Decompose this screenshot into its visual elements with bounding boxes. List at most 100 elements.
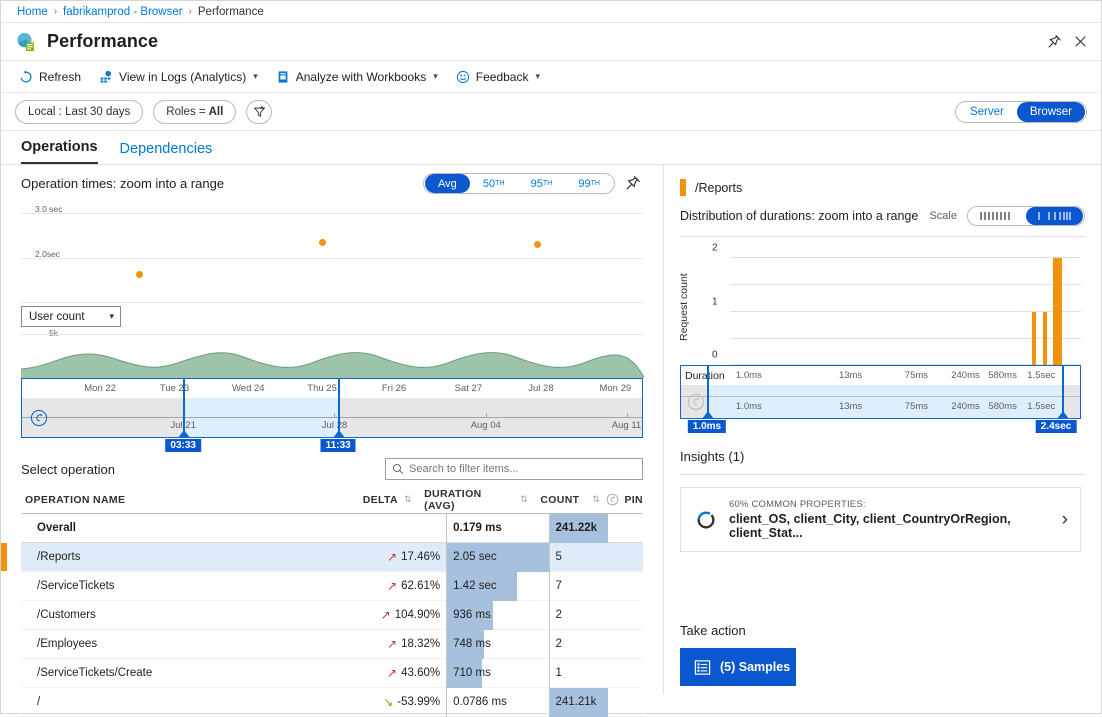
duration-handle-left-grip[interactable] <box>702 411 714 419</box>
app-insights-icon <box>15 31 37 53</box>
scale-option-log[interactable] <box>1026 207 1083 225</box>
samples-button[interactable]: (5) Samples <box>680 648 796 686</box>
duration-distribution-chart[interactable]: Request count 2 1 0 <box>680 245 1081 365</box>
distribution-header: Distribution of durations: zoom into a r… <box>664 196 1101 226</box>
duration-slider-tick: 580ms <box>988 401 1017 412</box>
insight-text: 60% COMMON PROPERTIES: client_OS, client… <box>729 499 1050 540</box>
xtick: Mon 29 <box>599 383 631 394</box>
sort-icon[interactable]: ⇅ <box>398 494 418 505</box>
delta-down-icon: ↘ <box>383 696 393 708</box>
column-header-operation-name[interactable]: OPERATION NAME <box>21 494 302 506</box>
search-input[interactable]: Search to filter items... <box>385 458 643 480</box>
xtick: Wed 24 <box>232 383 265 394</box>
table-header: OPERATION NAME DELTA ⇅ DURATION (AVG) ⇅ … <box>21 486 643 514</box>
rewind-icon[interactable] <box>687 393 705 411</box>
breadcrumb-item-home[interactable]: Home <box>17 6 48 18</box>
scope-option-browser[interactable]: Browser <box>1017 102 1085 122</box>
table-row[interactable]: /Employees ↗ 18.32% 748 ms 2 <box>21 630 643 659</box>
operation-times-scatter-chart[interactable]: 3.0 sec 2.0sec <box>21 201 643 306</box>
distribution-bar[interactable] <box>1043 312 1047 366</box>
cell-delta: ↗ 43.60% <box>322 667 446 679</box>
breadcrumb-separator-icon: › <box>189 6 192 17</box>
search-icon <box>392 463 404 475</box>
percentile-95-label: 95 <box>531 178 543 190</box>
insight-card[interactable]: 60% COMMON PROPERTIES: client_OS, client… <box>680 487 1081 552</box>
rewind-icon[interactable] <box>30 409 48 427</box>
scatter-point[interactable] <box>534 241 541 248</box>
scatter-ytick-3sec: 3.0 sec <box>35 204 62 214</box>
chevron-right-icon[interactable]: › <box>1062 510 1068 529</box>
breadcrumb-item-resource[interactable]: fabrikamprod - Browser <box>63 6 183 18</box>
duration-slider-axis <box>681 396 1080 397</box>
percentile-toggle[interactable]: Avg 50TH 95TH 99TH <box>423 173 615 194</box>
percentile-option-95th[interactable]: 95TH <box>518 174 566 193</box>
tab-dependencies[interactable]: Dependencies <box>120 141 213 164</box>
scatter-point[interactable] <box>319 239 326 246</box>
pin-icon[interactable] <box>1041 29 1067 55</box>
selected-operation-name: /Reports <box>695 181 742 195</box>
percentile-option-50th[interactable]: 50TH <box>470 174 518 193</box>
close-icon[interactable] <box>1067 29 1093 55</box>
percentile-option-avg[interactable]: Avg <box>425 174 470 193</box>
operations-table: OPERATION NAME DELTA ⇅ DURATION (AVG) ⇅ … <box>21 486 643 717</box>
range-handle-right-grip[interactable] <box>333 430 345 438</box>
duration-tick: 1.0ms <box>736 370 762 381</box>
table-row[interactable]: /ServiceTickets/Create ↗ 43.60% 710 ms 1 <box>21 659 643 688</box>
duration-range-slider[interactable]: 1.0ms 13ms 75ms 240ms 580ms 1.5sec 1.0ms… <box>680 385 1081 419</box>
add-filter-icon[interactable] <box>246 100 272 124</box>
tab-operations[interactable]: Operations <box>21 139 98 164</box>
donut-chart-icon <box>695 509 717 531</box>
refresh-button[interactable]: Refresh <box>11 64 89 90</box>
command-bar: Refresh View in Logs (Analytics) ▾ <box>1 61 1101 93</box>
roles-filter[interactable]: Roles = All <box>153 100 236 124</box>
table-row[interactable]: Overall 0.179 ms 241.22k <box>21 514 643 543</box>
view-in-logs-label: View in Logs (Analytics) <box>119 70 246 84</box>
percentile-95-sup: TH <box>543 180 552 187</box>
analyze-workbooks-button[interactable]: Analyze with Workbooks ▾ <box>268 64 446 90</box>
scope-toggle[interactable]: Server Browser <box>955 101 1087 123</box>
samples-button-label: (5) Samples <box>720 660 790 674</box>
cell-duration-value: 1.42 sec <box>453 580 496 592</box>
table-row[interactable]: /Reports ↗ 17.46% 2.05 sec 5 <box>21 543 643 572</box>
table-row[interactable]: / ↘ -53.99% 0.0786 ms 241.21k <box>21 688 643 717</box>
range-handle-left-grip[interactable] <box>178 430 190 438</box>
sort-icon[interactable]: ⇅ <box>514 494 534 505</box>
feedback-button[interactable]: Feedback ▾ <box>448 64 548 90</box>
main-content: Operation times: zoom into a range Avg 5… <box>1 165 1101 694</box>
pin-chart-icon[interactable] <box>623 173 643 193</box>
scatter-point[interactable] <box>136 271 143 278</box>
time-range-slider[interactable]: Jul 21 Jul 28 Aug 04 Aug 11 03:33 <box>21 398 643 438</box>
distribution-bar[interactable] <box>1032 312 1036 366</box>
scope-option-server[interactable]: Server <box>957 102 1017 122</box>
distribution-bar-tall[interactable] <box>1053 258 1062 365</box>
filter-bar: Local : Last 30 days Roles = All Server … <box>1 93 1101 131</box>
range-handle-right[interactable] <box>338 378 340 438</box>
table-row[interactable]: /Customers ↗ 104.90% 936 ms 2 <box>21 601 643 630</box>
scale-option-linear[interactable] <box>969 207 1026 225</box>
duration-handle-right-grip[interactable] <box>1057 411 1069 419</box>
range-tick-mark <box>334 413 335 418</box>
table-row[interactable]: /ServiceTickets ↗ 62.61% 1.42 sec 7 <box>21 572 643 601</box>
distribution-ytick: 0 <box>712 350 718 361</box>
view-in-logs-button[interactable]: View in Logs (Analytics) ▾ <box>91 64 266 90</box>
column-header-duration[interactable]: DURATION (AVG) <box>418 488 514 512</box>
column-header-pin[interactable]: PIN <box>606 493 643 506</box>
scale-toggle[interactable] <box>967 206 1085 226</box>
range-tick: Aug 11 <box>612 420 641 431</box>
column-header-delta[interactable]: DELTA <box>302 494 398 506</box>
delta-up-icon: ↗ <box>387 667 397 679</box>
duration-axis-label: Duration <box>685 370 725 382</box>
column-header-count[interactable]: COUNT <box>534 494 586 506</box>
xtick: Jul 28 <box>528 383 553 394</box>
metric-selector[interactable]: User count ▾ <box>21 306 121 327</box>
time-range-filter[interactable]: Local : Last 30 days <box>15 100 143 124</box>
sort-icon[interactable]: ⇅ <box>586 494 606 505</box>
delta-up-icon: ↗ <box>381 609 391 621</box>
insight-caption: 60% COMMON PROPERTIES: <box>729 499 1050 510</box>
range-axis-line <box>22 417 642 418</box>
percentile-99-label: 99 <box>578 178 590 190</box>
distribution-ylabel: Request count <box>678 267 690 347</box>
percentile-option-99th[interactable]: 99TH <box>565 174 613 193</box>
range-handle-left[interactable] <box>183 378 185 438</box>
range-handle-right-label: 11:33 <box>321 439 356 452</box>
